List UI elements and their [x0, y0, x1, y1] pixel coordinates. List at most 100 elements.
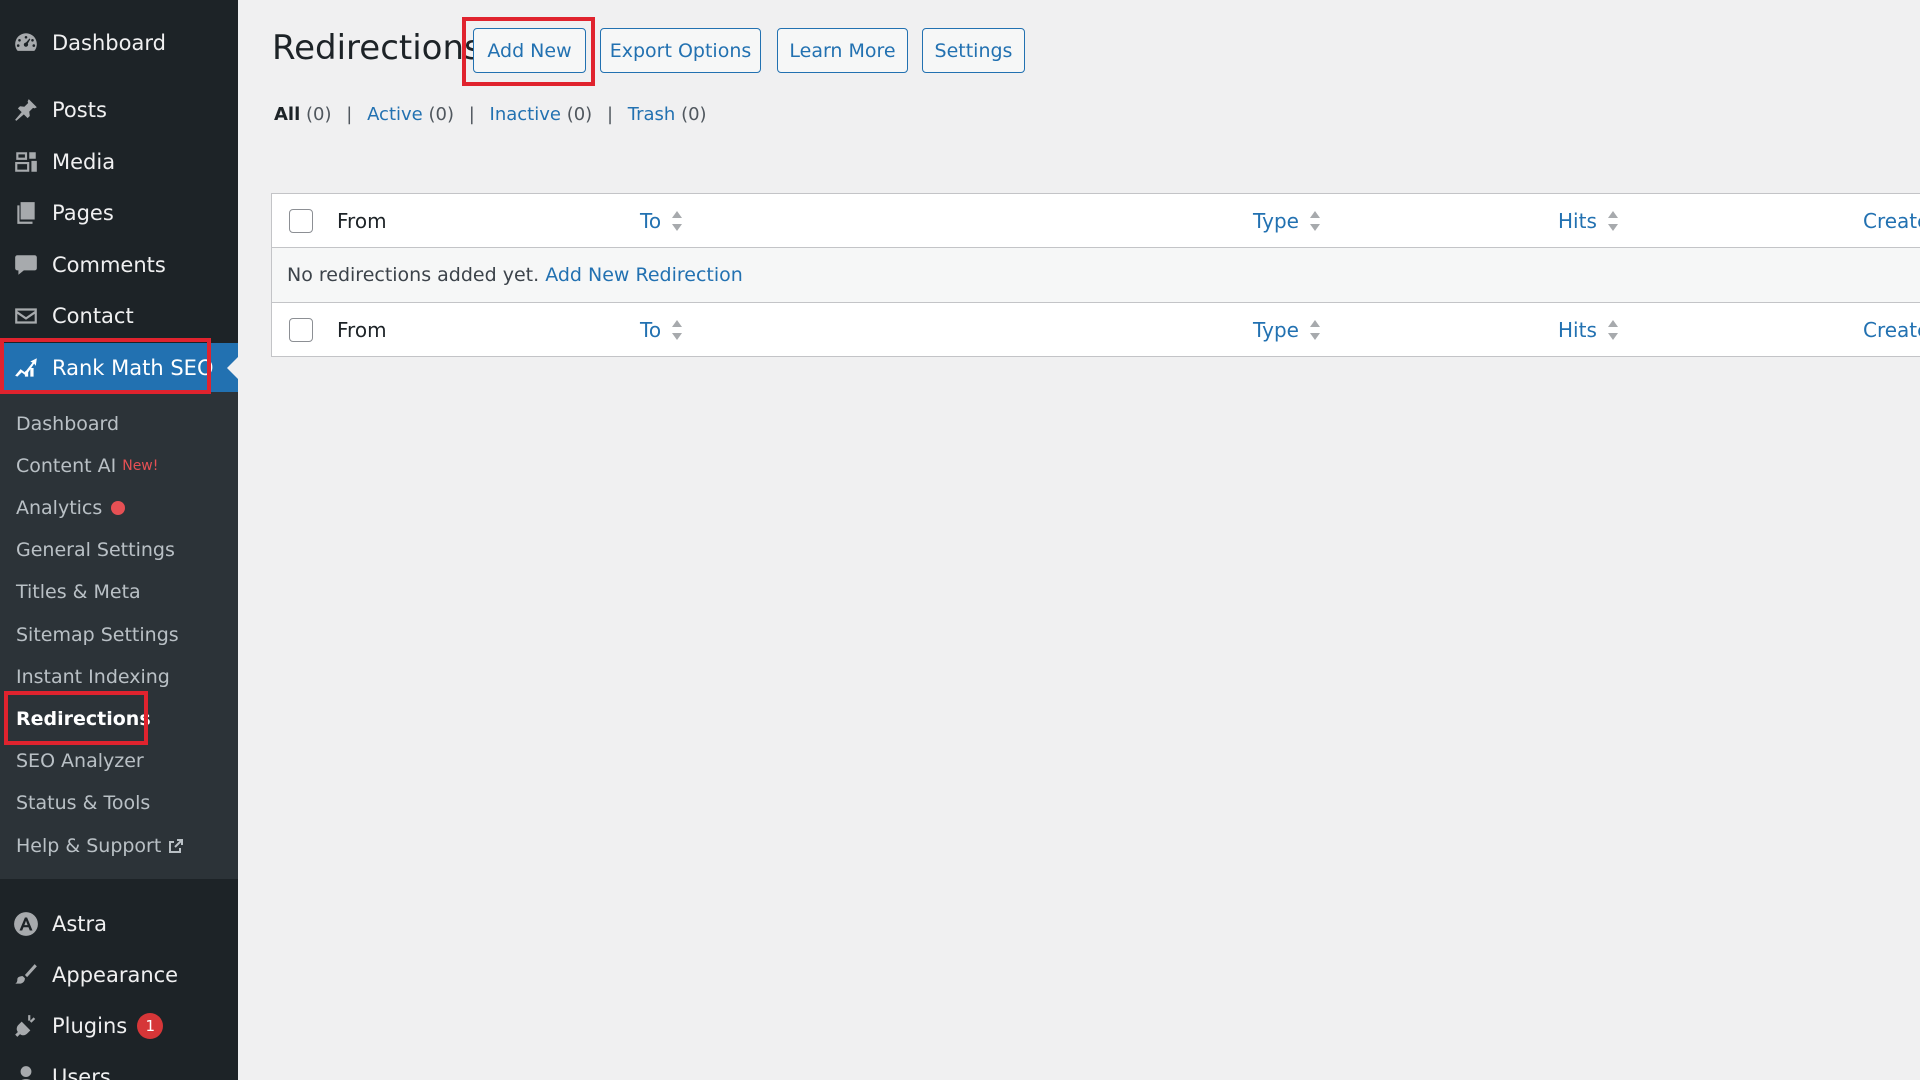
filter-separator: |: [468, 104, 475, 125]
column-from: From: [337, 208, 387, 233]
submenu-item-label: Status & Tools: [16, 792, 151, 814]
filter-active-count: (0): [428, 104, 454, 125]
column-to[interactable]: To: [640, 209, 683, 233]
sort-arrows-icon: [1309, 210, 1321, 232]
export-options-button[interactable]: Export Options: [600, 28, 761, 73]
learn-more-button[interactable]: Learn More: [777, 28, 908, 73]
sidebar-item-astra[interactable]: Astra: [0, 899, 238, 949]
filter-trash[interactable]: Trash: [628, 104, 676, 125]
submenu-item-label: Sitemap Settings: [16, 624, 179, 646]
sort-arrows-icon: [671, 210, 683, 232]
sidebar-item-rank-math-seo[interactable]: Rank Math SEO: [0, 343, 238, 392]
select-all-checkbox[interactable]: [289, 208, 313, 233]
column-to-label: To: [640, 208, 662, 233]
submenu-item-titles-meta[interactable]: Titles & Meta: [0, 574, 238, 610]
empty-message: No redirections added yet. Add New Redir…: [287, 264, 743, 286]
submenu-item-redirections[interactable]: Redirections: [0, 701, 238, 737]
external-link-icon: [169, 839, 184, 853]
sidebar-item-label: Posts: [52, 98, 107, 122]
submenu-item-seo-analyzer[interactable]: SEO Analyzer: [0, 743, 238, 779]
select-all-checkbox-footer[interactable]: [289, 317, 313, 342]
submenu-item-instant-indexing[interactable]: Instant Indexing: [0, 659, 238, 695]
add-new-redirection-link[interactable]: Add New Redirection: [545, 264, 743, 286]
column-to-label: To: [640, 317, 662, 342]
submenu-item-label: Content AI: [16, 455, 117, 477]
empty-message-text: No redirections added yet.: [287, 264, 540, 286]
sort-arrows-icon: [1309, 319, 1321, 341]
user-icon: [12, 1063, 40, 1080]
column-type-label: Type: [1253, 317, 1299, 342]
column-from: From: [337, 317, 387, 342]
sidebar-item-media[interactable]: Media: [0, 137, 238, 187]
submenu-item-label: Help & Support: [16, 835, 162, 857]
submenu-item-help-support[interactable]: Help & Support: [0, 828, 238, 864]
sidebar-item-label: Contact: [52, 304, 134, 328]
column-type[interactable]: Type: [1253, 318, 1321, 342]
current-menu-notch: [227, 356, 238, 379]
column-hits-label: Hits: [1558, 317, 1597, 342]
sidebar-item-dashboard[interactable]: Dashboard: [0, 18, 238, 68]
sidebar-item-plugins[interactable]: Plugins 1: [0, 1001, 238, 1051]
sidebar-item-appearance[interactable]: Appearance: [0, 950, 238, 1000]
plugins-update-badge: 1: [137, 1013, 164, 1039]
sidebar-item-contact[interactable]: Contact: [0, 291, 238, 341]
settings-button[interactable]: Settings: [922, 28, 1025, 73]
notification-dot-icon: [111, 501, 126, 515]
submenu-item-label: SEO Analyzer: [16, 750, 144, 772]
astra-icon: [12, 910, 40, 938]
sidebar-item-label: Plugins: [52, 1014, 128, 1038]
table-footer-row: From To Type Hits Created: [272, 302, 1920, 356]
filter-active[interactable]: Active: [367, 104, 423, 125]
filter-all-count: (0): [306, 104, 332, 125]
sidebar-item-comments[interactable]: Comments: [0, 240, 238, 290]
column-created[interactable]: Created: [1863, 209, 1920, 233]
filter-separator: |: [606, 104, 614, 125]
sidebar-item-posts[interactable]: Posts: [0, 85, 238, 135]
sort-arrows-icon: [671, 319, 683, 341]
add-new-button[interactable]: Add New: [473, 28, 586, 73]
column-to[interactable]: To: [640, 318, 683, 342]
submenu-item-content-ai[interactable]: Content AI New!: [0, 448, 238, 484]
column-hits[interactable]: Hits: [1558, 209, 1619, 233]
submenu-item-status-tools[interactable]: Status & Tools: [0, 785, 238, 821]
column-hits[interactable]: Hits: [1558, 318, 1619, 342]
filter-inactive[interactable]: Inactive: [490, 104, 561, 125]
status-filters: All (0) | Active (0) | Inactive (0) | Tr…: [274, 104, 707, 125]
column-hits-label: Hits: [1558, 208, 1597, 233]
column-created[interactable]: Created: [1863, 318, 1920, 342]
sidebar-item-label: Users: [52, 1065, 111, 1080]
sidebar-item-label: Comments: [52, 253, 166, 277]
pages-icon: [12, 199, 40, 227]
submenu-item-label: Analytics: [16, 497, 103, 519]
submenu-item-label: Instant Indexing: [16, 666, 170, 688]
admin-sidebar: Dashboard Posts Media Pages Comments Con…: [0, 0, 238, 1080]
sidebar-item-pages[interactable]: Pages: [0, 188, 238, 238]
page-title: Redirections: [272, 28, 482, 68]
column-created-label: Created: [1863, 208, 1920, 233]
submenu-item-label: Redirections: [16, 708, 151, 730]
sidebar-item-label: Astra: [52, 912, 108, 936]
column-type[interactable]: Type: [1253, 209, 1321, 233]
media-icon: [12, 148, 40, 176]
plug-icon: [12, 1012, 40, 1040]
filter-inactive-count: (0): [566, 104, 593, 125]
filter-trash-count: (0): [681, 104, 707, 125]
filter-all[interactable]: All: [274, 104, 300, 125]
submenu-item-analytics[interactable]: Analytics: [0, 490, 238, 526]
redirections-table: From To Type Hits Created No redirection…: [271, 193, 1920, 357]
submenu-item-general-settings[interactable]: General Settings: [0, 532, 238, 568]
submenu-item-sitemap-settings[interactable]: Sitemap Settings: [0, 617, 238, 653]
sidebar-item-label: Appearance: [52, 963, 179, 987]
sidebar-item-label: Dashboard: [52, 31, 166, 55]
sidebar-item-label: Rank Math SEO: [52, 355, 214, 380]
pushpin-icon: [12, 96, 40, 124]
column-type-label: Type: [1253, 208, 1299, 233]
rank-math-icon: [12, 354, 40, 382]
sort-arrows-icon: [1607, 210, 1619, 232]
sidebar-item-users[interactable]: Users: [0, 1052, 238, 1080]
submenu-item-dashboard[interactable]: Dashboard: [0, 406, 238, 442]
filter-separator: |: [346, 104, 353, 125]
envelope-icon: [12, 302, 40, 330]
sidebar-item-label: Pages: [52, 201, 114, 225]
sidebar-item-label: Media: [52, 150, 116, 174]
